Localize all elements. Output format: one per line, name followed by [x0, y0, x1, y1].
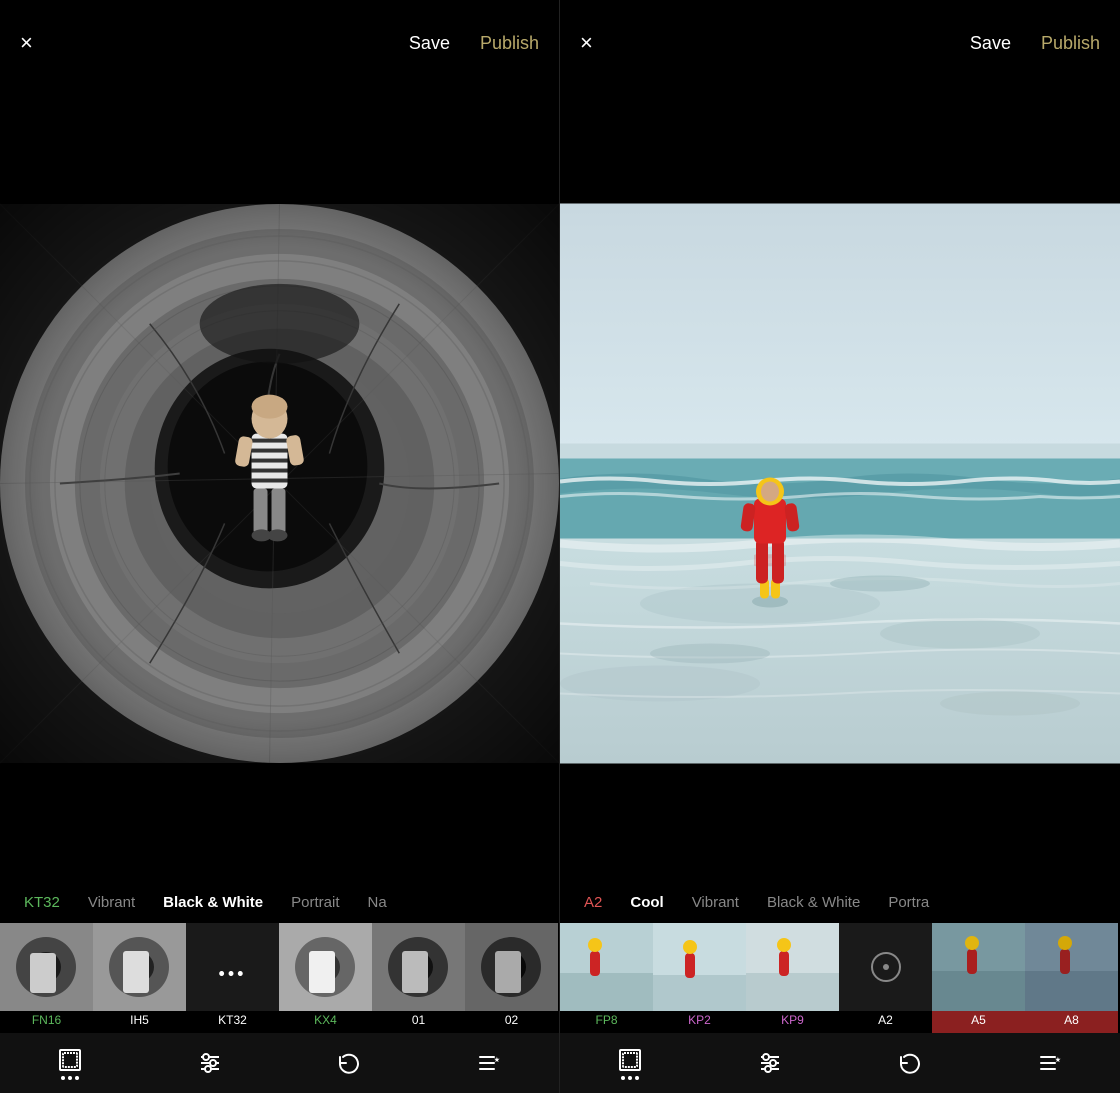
right-thumb-kp9-label: KP9	[781, 1013, 804, 1027]
right-thumb-a8[interactable]: A8	[1025, 923, 1118, 1033]
left-filter-vibrant[interactable]: Vibrant	[74, 894, 149, 911]
right-photo-area	[560, 86, 1120, 881]
right-thumb-a2[interactable]: A2	[839, 923, 932, 1033]
right-panel: × Save Publish	[560, 0, 1120, 1093]
left-filter-bar: KT32 Vibrant Black & White Portrait Na	[0, 881, 559, 923]
left-photo-area	[0, 86, 559, 881]
left-filter-kt32[interactable]: KT32	[10, 894, 74, 911]
left-thumb-kt32-dots: •••	[219, 963, 247, 984]
left-close-button[interactable]: ×	[20, 32, 33, 54]
right-photo	[560, 86, 1120, 881]
left-thumb-02-label: 02	[505, 1013, 518, 1027]
right-header: × Save Publish	[560, 0, 1120, 86]
right-filter-cool[interactable]: Cool	[616, 894, 677, 911]
left-thumb-kx4[interactable]: KX4	[279, 923, 372, 1033]
right-header-actions: Save Publish	[970, 33, 1100, 54]
right-frame-dots	[621, 1076, 639, 1080]
left-photo	[0, 86, 559, 881]
right-sliders-icon[interactable]	[757, 1050, 783, 1076]
right-close-button[interactable]: ×	[580, 32, 593, 54]
right-history-icon[interactable]	[897, 1050, 923, 1076]
right-thumb-kp2[interactable]: KP2	[653, 923, 746, 1033]
left-thumb-kt32[interactable]: ••• KT32	[186, 923, 279, 1033]
right-thumb-a2-circle	[871, 952, 901, 982]
right-publish-button[interactable]: Publish	[1041, 33, 1100, 54]
right-filter-bw[interactable]: Black & White	[753, 894, 874, 911]
left-list-icon[interactable]	[476, 1050, 502, 1076]
left-header-actions: Save Publish	[409, 33, 539, 54]
right-thumb-a2-dot	[883, 964, 889, 970]
left-frame-icon[interactable]	[57, 1047, 83, 1080]
left-history-icon[interactable]	[336, 1050, 362, 1076]
right-thumb-fp8-label: FP8	[595, 1013, 617, 1027]
right-thumb-a2-label: A2	[878, 1013, 893, 1027]
right-filter-portrait[interactable]: Portra	[874, 894, 943, 911]
right-bottom-toolbar	[560, 1033, 1120, 1093]
right-thumb-kp2-label: KP2	[688, 1013, 711, 1027]
left-sliders-icon[interactable]	[197, 1050, 223, 1076]
left-filter-portrait[interactable]: Portrait	[277, 894, 353, 911]
right-thumb-kp9[interactable]: KP9	[746, 923, 839, 1033]
left-filter-na[interactable]: Na	[354, 894, 401, 911]
left-thumb-02[interactable]: 02	[465, 923, 558, 1033]
left-thumb-ih5[interactable]: IH5	[93, 923, 186, 1033]
left-thumb-fn16[interactable]: FN16	[0, 923, 93, 1033]
left-panel: × Save Publish	[0, 0, 560, 1093]
left-bottom-toolbar	[0, 1033, 559, 1093]
right-save-button[interactable]: Save	[970, 33, 1011, 54]
left-thumb-kx4-label: KX4	[314, 1013, 337, 1027]
right-thumbnails-strip: FP8 KP2 KP9	[560, 923, 1120, 1033]
left-header: × Save Publish	[0, 0, 559, 86]
left-thumbnails-strip: FN16 IH5 ••• KT32	[0, 923, 559, 1033]
left-thumb-kt32-label: KT32	[218, 1013, 247, 1027]
right-thumb-a5-label: A5	[971, 1013, 986, 1027]
right-filter-vibrant[interactable]: Vibrant	[678, 894, 753, 911]
right-thumb-a5[interactable]: A5	[932, 923, 1025, 1033]
right-frame-icon[interactable]	[617, 1047, 643, 1080]
right-thumb-a2-icon	[839, 923, 932, 1011]
right-thumb-fp8[interactable]: FP8	[560, 923, 653, 1033]
right-thumb-a8-label: A8	[1064, 1013, 1079, 1027]
right-filter-bar: A2 Cool Vibrant Black & White Portra	[560, 881, 1120, 923]
left-thumb-ih5-label: IH5	[130, 1013, 149, 1027]
left-frame-dots	[61, 1076, 79, 1080]
right-list-icon[interactable]	[1037, 1050, 1063, 1076]
left-publish-button[interactable]: Publish	[480, 33, 539, 54]
left-save-button[interactable]: Save	[409, 33, 450, 54]
left-thumb-01-label: 01	[412, 1013, 425, 1027]
right-filter-a2[interactable]: A2	[570, 894, 616, 911]
left-thumb-fn16-label: FN16	[32, 1013, 61, 1027]
left-filter-bw[interactable]: Black & White	[149, 894, 277, 911]
left-thumb-01[interactable]: 01	[372, 923, 465, 1033]
